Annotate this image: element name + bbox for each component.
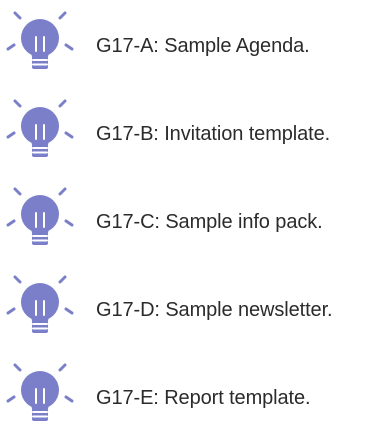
lightbulb-icon (5, 176, 75, 248)
lightbulb-icon (5, 264, 75, 336)
lightbulb-icon (5, 88, 75, 160)
item-label: G17-A: Sample Agenda. (96, 35, 310, 57)
item-label: G17-E: Report template. (96, 387, 311, 409)
item-label: G17-C: Sample info pack. (96, 211, 323, 233)
list-item: G17-E: Report template. (0, 352, 382, 424)
list-item: G17-B: Invitation template. (0, 88, 382, 160)
list-item: G17-D: Sample newsletter. (0, 264, 382, 336)
resource-list: G17-A: Sample Agenda. G17-B: Invitation … (0, 0, 382, 430)
item-label: G17-B: Invitation template. (96, 123, 331, 145)
lightbulb-icon (5, 0, 75, 72)
item-label: G17-D: Sample newsletter. (96, 299, 333, 321)
lightbulb-icon (5, 352, 75, 424)
list-item: G17-A: Sample Agenda. (0, 0, 382, 72)
list-item: G17-C: Sample info pack. (0, 176, 382, 248)
